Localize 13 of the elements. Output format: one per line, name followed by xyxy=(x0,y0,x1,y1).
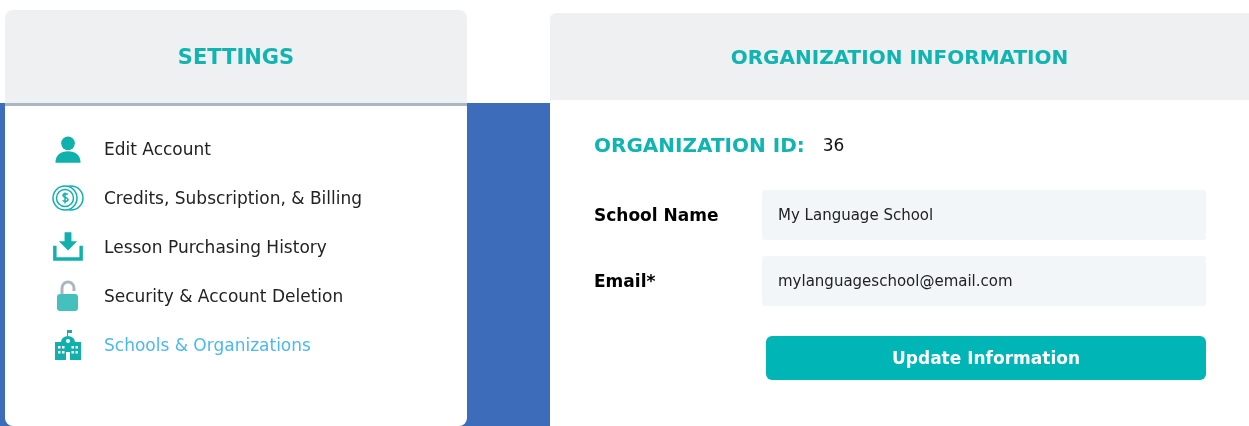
sidebar-item[interactable]: Credits, Subscription, & Billing xyxy=(50,183,467,212)
id-label: ORGANIZATION ID: xyxy=(594,133,805,157)
sidebar-title: SETTINGS xyxy=(177,44,295,69)
panel-title: ORGANIZATION INFORMATION xyxy=(730,44,1069,69)
sidebar-item[interactable]: Edit Account xyxy=(50,134,467,163)
input-field[interactable]: mylanguageschool@email.com xyxy=(762,256,1206,306)
input-field[interactable]: My Language School xyxy=(762,190,1206,240)
sidebar-item[interactable]: Security & Account Deletion xyxy=(50,281,467,310)
field-label: Email* xyxy=(594,271,657,291)
field-label: School Name xyxy=(594,205,720,225)
sidebar-item[interactable]: Lesson Purchasing History xyxy=(50,232,467,261)
id-value: 36 xyxy=(822,135,845,155)
download-icon xyxy=(50,230,86,263)
